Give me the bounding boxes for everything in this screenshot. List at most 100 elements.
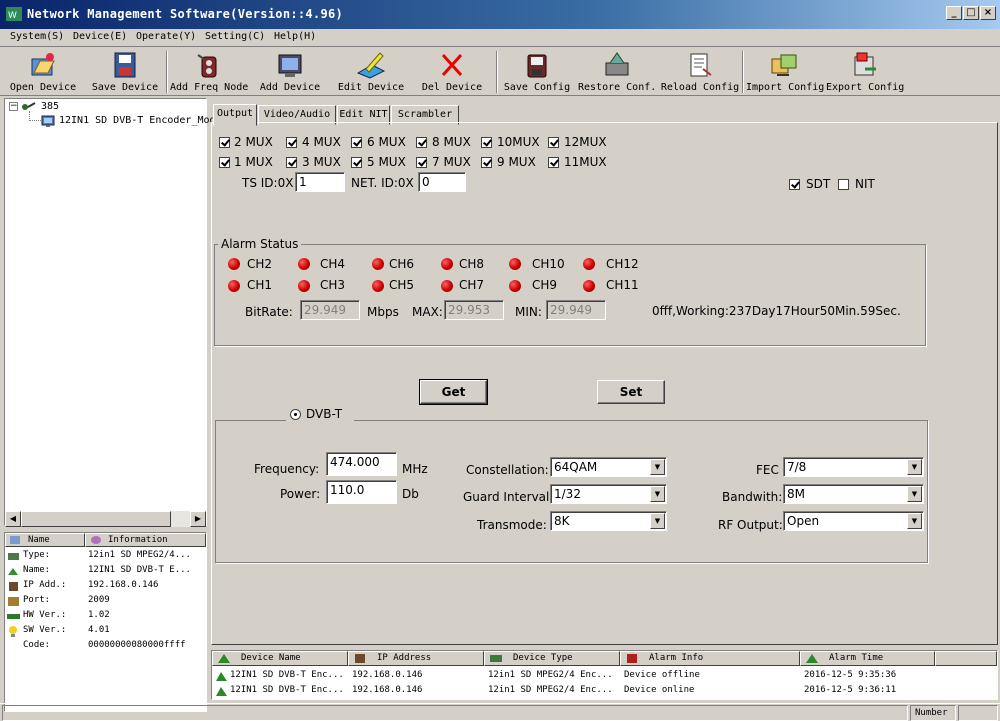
- alarm-led-ch10: [509, 258, 521, 270]
- header-device-name[interactable]: Device Name: [212, 651, 348, 666]
- ts-id-input[interactable]: 1: [295, 172, 345, 192]
- dvbt-title: DVB-T: [306, 407, 343, 421]
- ip-address-icon: [9, 582, 18, 591]
- mux-12-checkbox[interactable]: [548, 137, 559, 148]
- sdt-checkbox[interactable]: [789, 179, 800, 190]
- header-alarm-info[interactable]: Alarm Info: [620, 651, 800, 666]
- header-filler: [935, 651, 997, 666]
- alarm-time-column-icon: [806, 654, 818, 663]
- save-config-button[interactable]: Save Config: [500, 48, 574, 96]
- dvbt-radio[interactable]: [290, 409, 301, 420]
- power-label: Power:: [280, 487, 321, 501]
- guard-interval-select[interactable]: 1/32 ▼: [550, 484, 667, 504]
- header-device-type[interactable]: Device Type: [484, 651, 620, 666]
- frequency-input[interactable]: 474.000: [326, 452, 397, 476]
- alarm-ch7-label: CH7: [459, 278, 485, 292]
- fec-dropdown-arrow[interactable]: ▼: [907, 459, 922, 475]
- working-status-text: 0fff,Working:237Day17Hour50Min.59Sec.: [652, 304, 901, 318]
- transmode-select[interactable]: 8K ▼: [550, 511, 667, 531]
- menu-device[interactable]: Device(E): [73, 31, 127, 42]
- mux-10-checkbox[interactable]: [481, 137, 492, 148]
- table-row[interactable]: 12IN1 SD DVB-T Enc... 192.168.0.146 12in…: [212, 684, 997, 699]
- mux-2-checkbox[interactable]: [219, 137, 230, 148]
- mux-11-checkbox[interactable]: [548, 157, 559, 168]
- menu-help[interactable]: Help(H): [274, 31, 316, 42]
- tree-collapse-toggle[interactable]: −: [9, 102, 18, 111]
- rf-output-select[interactable]: Open ▼: [783, 511, 924, 531]
- guard-interval-label: Guard Interval: [463, 490, 550, 504]
- info-header-information[interactable]: Information: [85, 533, 206, 547]
- alarm-ch11-label: CH11: [606, 278, 639, 292]
- alarm-led-ch4: [298, 258, 310, 270]
- tree-root-label[interactable]: 385: [41, 101, 59, 112]
- save-config-icon: [527, 54, 547, 78]
- alarm-led-ch1: [228, 280, 240, 292]
- rf-output-dropdown-arrow[interactable]: ▼: [907, 513, 922, 529]
- fec-select[interactable]: 7/8 ▼: [783, 457, 924, 477]
- close-button[interactable]: ×: [980, 6, 996, 20]
- mux-12-label: 12MUX: [564, 135, 607, 149]
- scroll-left-arrow[interactable]: ◀: [5, 511, 21, 527]
- constellation-dropdown-arrow[interactable]: ▼: [650, 459, 665, 475]
- set-button[interactable]: Set: [597, 380, 665, 404]
- mux-1-checkbox[interactable]: [219, 157, 230, 168]
- get-button[interactable]: Get: [419, 379, 488, 405]
- bandwidth-select[interactable]: 8M ▼: [783, 484, 924, 504]
- open-device-button[interactable]: Open Device: [6, 48, 80, 96]
- add-device-button[interactable]: Add Device: [253, 48, 327, 96]
- menu-system[interactable]: System(S): [10, 31, 64, 42]
- scroll-thumb[interactable]: [21, 511, 171, 527]
- mux-5-checkbox[interactable]: [351, 157, 362, 168]
- menu-operate[interactable]: Operate(Y): [136, 31, 196, 42]
- mux-9-checkbox[interactable]: [481, 157, 492, 168]
- save-device-button[interactable]: Save Device: [88, 48, 162, 96]
- mux-3-checkbox[interactable]: [286, 157, 297, 168]
- device-alarm-list[interactable]: Device Name IP Address Device Type Alarm…: [211, 650, 998, 700]
- maximize-button[interactable]: □: [963, 6, 979, 20]
- net-id-input[interactable]: 0: [418, 172, 466, 192]
- restore-config-button[interactable]: Restore Conf.: [578, 48, 656, 96]
- power-input[interactable]: 110.0: [326, 480, 397, 504]
- minimize-button[interactable]: _: [946, 6, 962, 20]
- alarm-ch8-label: CH8: [459, 257, 485, 271]
- add-freq-node-button[interactable]: Add Freq Node: [170, 48, 248, 96]
- scroll-right-arrow[interactable]: ▶: [190, 511, 206, 527]
- edit-device-button[interactable]: Edit Device: [334, 48, 408, 96]
- export-config-button[interactable]: Export Config: [826, 48, 904, 96]
- delete-device-button[interactable]: Del Device: [415, 48, 489, 96]
- status-pane-main: [2, 705, 908, 721]
- tree-horizontal-scrollbar[interactable]: ◀ ▶: [5, 511, 206, 527]
- mux-8-checkbox[interactable]: [416, 137, 427, 148]
- import-config-button[interactable]: Import Config: [746, 48, 824, 96]
- fec-label: FEC: [756, 463, 779, 477]
- information-column-icon: [91, 536, 101, 544]
- export-config-icon: [854, 52, 876, 76]
- toolbar: Open Device Save Device Add Freq Node Ad…: [0, 48, 1000, 96]
- alarm-led-ch3: [298, 280, 310, 292]
- mux-6-checkbox[interactable]: [351, 137, 362, 148]
- alarm-ch9-label: CH9: [532, 278, 558, 292]
- guard-interval-dropdown-arrow[interactable]: ▼: [650, 486, 665, 502]
- transmode-dropdown-arrow[interactable]: ▼: [650, 513, 665, 529]
- bandwidth-dropdown-arrow[interactable]: ▼: [907, 486, 922, 502]
- menu-setting[interactable]: Setting(C): [205, 31, 265, 42]
- device-tree[interactable]: − 385 12IN1 SD DVB-T Encoder_Modu: [4, 98, 222, 526]
- mux-4-checkbox[interactable]: [286, 137, 297, 148]
- import-config-icon: [771, 54, 797, 76]
- mux-6-label: 6 MUX: [367, 135, 406, 149]
- header-alarm-time[interactable]: Alarm Time: [800, 651, 935, 666]
- header-ip-address[interactable]: IP Address: [348, 651, 484, 666]
- mux-7-checkbox[interactable]: [416, 157, 427, 168]
- delete-device-icon: [441, 53, 463, 77]
- menu-bar: System(S) Device(E) Operate(Y) Setting(C…: [0, 29, 1000, 47]
- nit-checkbox[interactable]: [838, 179, 849, 190]
- tree-device-label[interactable]: 12IN1 SD DVB-T Encoder_Modu: [59, 115, 222, 126]
- type-icon: [8, 553, 19, 560]
- frequency-label: Frequency:: [254, 462, 320, 476]
- table-row[interactable]: 12IN1 SD DVB-T Enc... 192.168.0.146 12in…: [212, 669, 997, 684]
- device-status-icon: [216, 672, 227, 681]
- tab-output[interactable]: Output: [213, 104, 257, 126]
- app-icon: W: [6, 7, 22, 21]
- reload-config-button[interactable]: Reload Config: [660, 48, 740, 96]
- constellation-select[interactable]: 64QAM ▼: [550, 457, 667, 477]
